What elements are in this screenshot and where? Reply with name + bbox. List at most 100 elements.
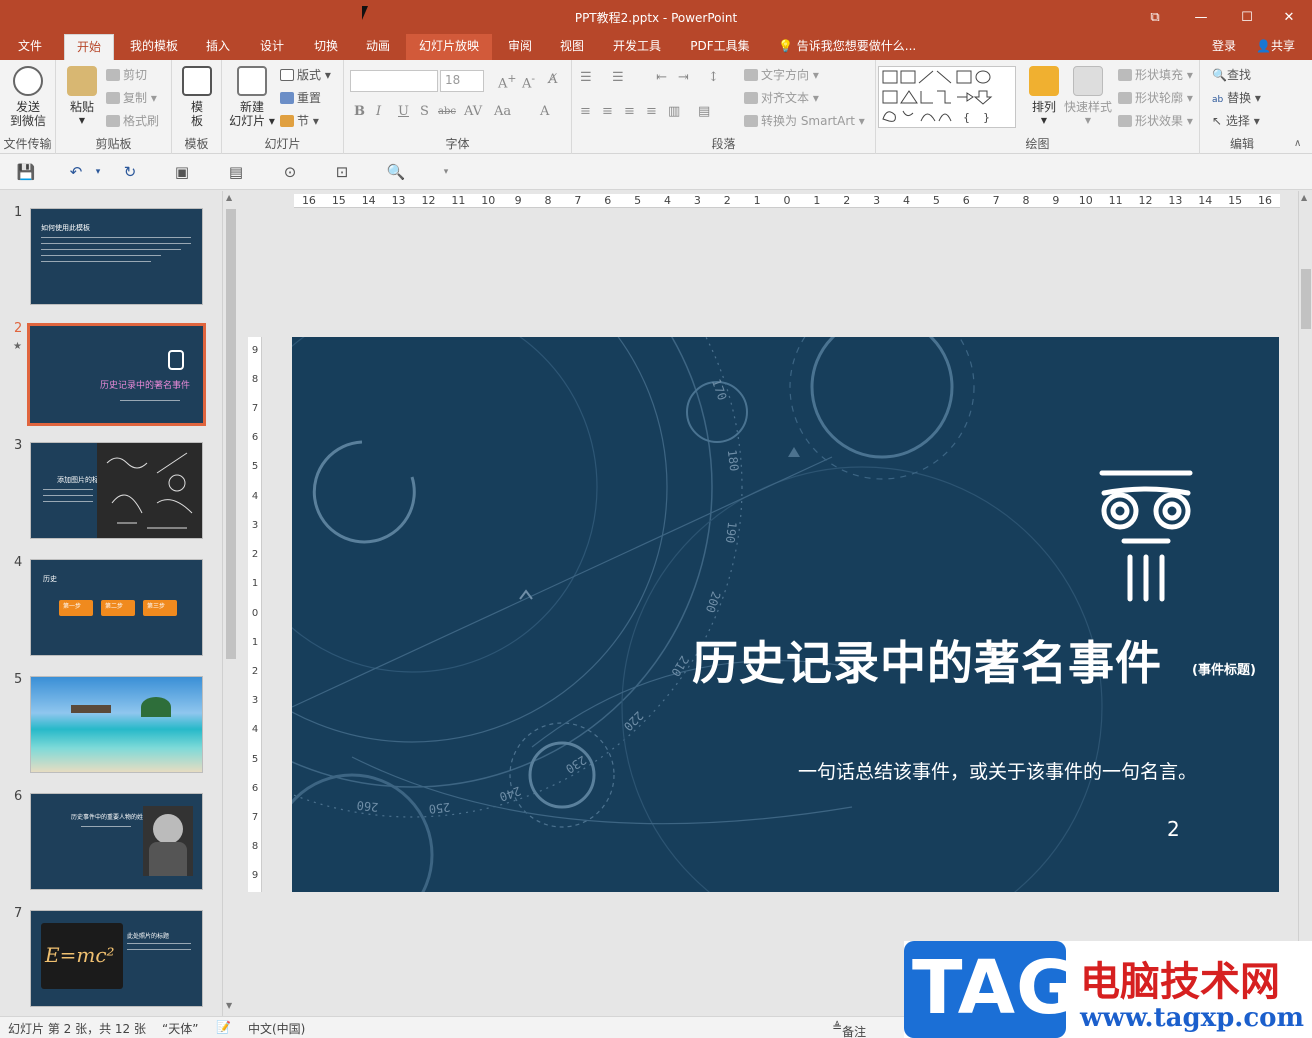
find-button[interactable]: 🔍查找 — [1212, 66, 1251, 84]
grow-font-icon[interactable]: A+ — [498, 72, 516, 91]
slide-title[interactable]: 历史记录中的著名事件 — [692, 627, 1162, 693]
char-spacing-icon[interactable]: AV — [464, 104, 482, 119]
tab-design[interactable]: 设计 — [250, 34, 294, 60]
numbering-icon[interactable]: ☰ — [612, 70, 624, 85]
print-preview-icon[interactable]: 🔍 — [386, 162, 406, 182]
slide-thumbnail-6[interactable]: 历史事件中的重要人物的姓名 — [30, 793, 203, 890]
scroll-up-icon[interactable]: ▲ — [1301, 193, 1307, 202]
shape-effects-button[interactable]: 形状效果 ▾ — [1118, 112, 1193, 130]
slide-title-note[interactable]: (事件标题) — [1192, 659, 1256, 678]
slide-canvas[interactable]: 140150160170180190200210220230240250260 … — [292, 337, 1279, 892]
tab-insert[interactable]: 插入 — [196, 34, 240, 60]
undo-dropdown-icon[interactable]: ▾ — [88, 162, 108, 182]
scrollbar-thumb[interactable] — [226, 209, 236, 659]
tab-slideshow[interactable]: 幻灯片放映 — [406, 34, 492, 60]
cut-button[interactable]: 剪切 — [106, 66, 147, 84]
template-button[interactable]: 模 板 — [182, 66, 212, 128]
language[interactable]: 中文(中国) — [248, 1020, 305, 1037]
thumbnail-scrollbar[interactable]: ▲ ▼ — [222, 191, 238, 1016]
collapse-ribbon-icon[interactable]: ∧ — [1294, 138, 1301, 149]
quick-styles-button[interactable]: 快速样式 ▼ — [1062, 66, 1114, 128]
font-size-select[interactable]: 18 — [440, 70, 484, 92]
text-box-icon[interactable]: ▤ — [226, 162, 246, 182]
arrange-button[interactable]: 排列 ▼ — [1028, 66, 1060, 128]
minimize-button[interactable]: — — [1178, 0, 1224, 34]
shadow-icon[interactable]: S — [420, 104, 429, 119]
tab-pdf-tools[interactable]: PDF工具集 — [682, 34, 758, 60]
tell-me-text: 告诉我您想要做什么... — [796, 39, 917, 53]
notes-button[interactable]: ≜ 备注 — [832, 1020, 866, 1038]
distributed-icon[interactable]: ▥ — [668, 104, 680, 119]
spellcheck-icon[interactable]: 📝 — [216, 1020, 231, 1034]
ruler-label: 9 — [1052, 194, 1060, 207]
reset-button[interactable]: 重置 — [280, 89, 321, 107]
copy-button[interactable]: 复制 ▾ — [106, 89, 157, 107]
align-text-button[interactable]: 对齐文本 ▾ — [744, 89, 819, 107]
align-right-icon[interactable]: ≡ — [624, 104, 635, 119]
shrink-font-icon[interactable]: A- — [522, 72, 535, 91]
smartart-button[interactable]: 转换为 SmartArt ▾ — [744, 112, 865, 130]
close-button[interactable]: ✕ — [1266, 0, 1312, 34]
underline-icon[interactable]: U — [398, 104, 409, 119]
tell-me-box[interactable]: 💡 告诉我您想要做什么... — [778, 34, 916, 60]
replace-button[interactable]: ab 替换 ▾ — [1212, 89, 1261, 107]
share-button[interactable]: 👤共享 — [1256, 34, 1295, 60]
tab-my-templates[interactable]: 我的模板 — [122, 34, 186, 60]
undo-icon[interactable]: ↶ — [66, 162, 86, 182]
align-center-icon[interactable]: ≡ — [602, 104, 613, 119]
change-case-icon[interactable]: Aa — [494, 104, 511, 119]
shape-fill-button[interactable]: 形状填充 ▾ — [1118, 66, 1193, 84]
save-icon[interactable]: 💾 — [16, 162, 36, 182]
clear-format-icon[interactable]: A̸ — [548, 72, 557, 87]
select-button[interactable]: ↖ 选择 ▾ — [1212, 112, 1260, 130]
scrollbar-thumb[interactable] — [1301, 269, 1311, 329]
line-spacing-icon[interactable]: ↕ — [708, 70, 719, 85]
italic-icon[interactable]: I — [376, 104, 381, 119]
text-direction-button[interactable]: 文字方向 ▾ — [744, 66, 819, 84]
tab-review[interactable]: 审阅 — [500, 34, 540, 60]
columns-icon[interactable]: ▤ — [698, 104, 710, 119]
maximize-button[interactable]: ☐ — [1224, 0, 1270, 34]
section-button[interactable]: 节 ▾ — [280, 112, 319, 130]
send-to-wechat-button[interactable]: 发送 到微信 — [6, 66, 50, 128]
strikethrough-icon[interactable]: abc — [438, 106, 456, 117]
justify-icon[interactable]: ≡ — [646, 104, 657, 119]
presenter-icon[interactable]: ⊡ — [332, 162, 352, 182]
paste-button[interactable]: 粘贴 ▼ — [64, 66, 100, 128]
new-slide-button[interactable]: 新建 幻灯片 ▾ — [228, 66, 276, 128]
slide-thumbnail-4[interactable]: 历史 第一步 第二步 第三步 — [30, 559, 203, 656]
slide-thumbnail-2[interactable]: 历史记录中的著名事件 — [27, 323, 206, 426]
tab-animations[interactable]: 动画 — [356, 34, 400, 60]
layout-button[interactable]: 版式 ▾ — [280, 66, 331, 84]
tab-home[interactable]: 开始 — [64, 34, 114, 60]
customize-toolbar-icon[interactable]: ▾ — [436, 162, 456, 182]
font-family-select[interactable] — [350, 70, 438, 92]
format-painter-button[interactable]: 格式刷 — [106, 112, 159, 130]
tab-transitions[interactable]: 切换 — [304, 34, 348, 60]
increase-indent-icon[interactable]: ⇥ — [678, 70, 689, 85]
scroll-up-icon[interactable]: ▲ — [226, 193, 232, 202]
shapes-gallery[interactable]: {} — [878, 66, 1016, 128]
shape-outline-button[interactable]: 形状轮廓 ▾ — [1118, 89, 1193, 107]
slide-thumbnail-7[interactable]: E=mc² 此处照片的标题 — [30, 910, 203, 1007]
font-color-icon[interactable]: A — [540, 104, 549, 119]
tab-view[interactable]: 视图 — [552, 34, 592, 60]
slide-thumbnail-5[interactable] — [30, 676, 203, 773]
scroll-down-icon[interactable]: ▼ — [226, 1001, 232, 1010]
slide-page-number[interactable]: 2 — [1167, 817, 1180, 841]
decrease-indent-icon[interactable]: ⇤ — [656, 70, 667, 85]
redo-icon[interactable]: ↻ — [120, 162, 140, 182]
bold-icon[interactable]: B — [354, 104, 365, 119]
align-left-icon[interactable]: ≡ — [580, 104, 591, 119]
tab-file[interactable]: 文件 — [8, 34, 52, 60]
ribbon-display-options-icon[interactable]: ⧉ — [1132, 0, 1178, 34]
bullets-icon[interactable]: ☰ — [580, 70, 592, 85]
slide-quote[interactable]: 一句话总结该事件，或关于该事件的一句名言。 — [798, 757, 1197, 784]
login-link[interactable]: 登录 — [1212, 34, 1236, 60]
editor-scrollbar[interactable]: ▲ — [1298, 191, 1312, 1016]
slide-thumbnail-1[interactable]: 如何使用此模板 — [30, 208, 203, 305]
tab-developer[interactable]: 开发工具 — [604, 34, 670, 60]
slide-thumbnail-3[interactable]: 添加图片的标题 — [30, 442, 203, 539]
present-from-start-icon[interactable]: ▣ — [172, 162, 192, 182]
from-current-slide-icon[interactable]: ⊙ — [280, 162, 300, 182]
